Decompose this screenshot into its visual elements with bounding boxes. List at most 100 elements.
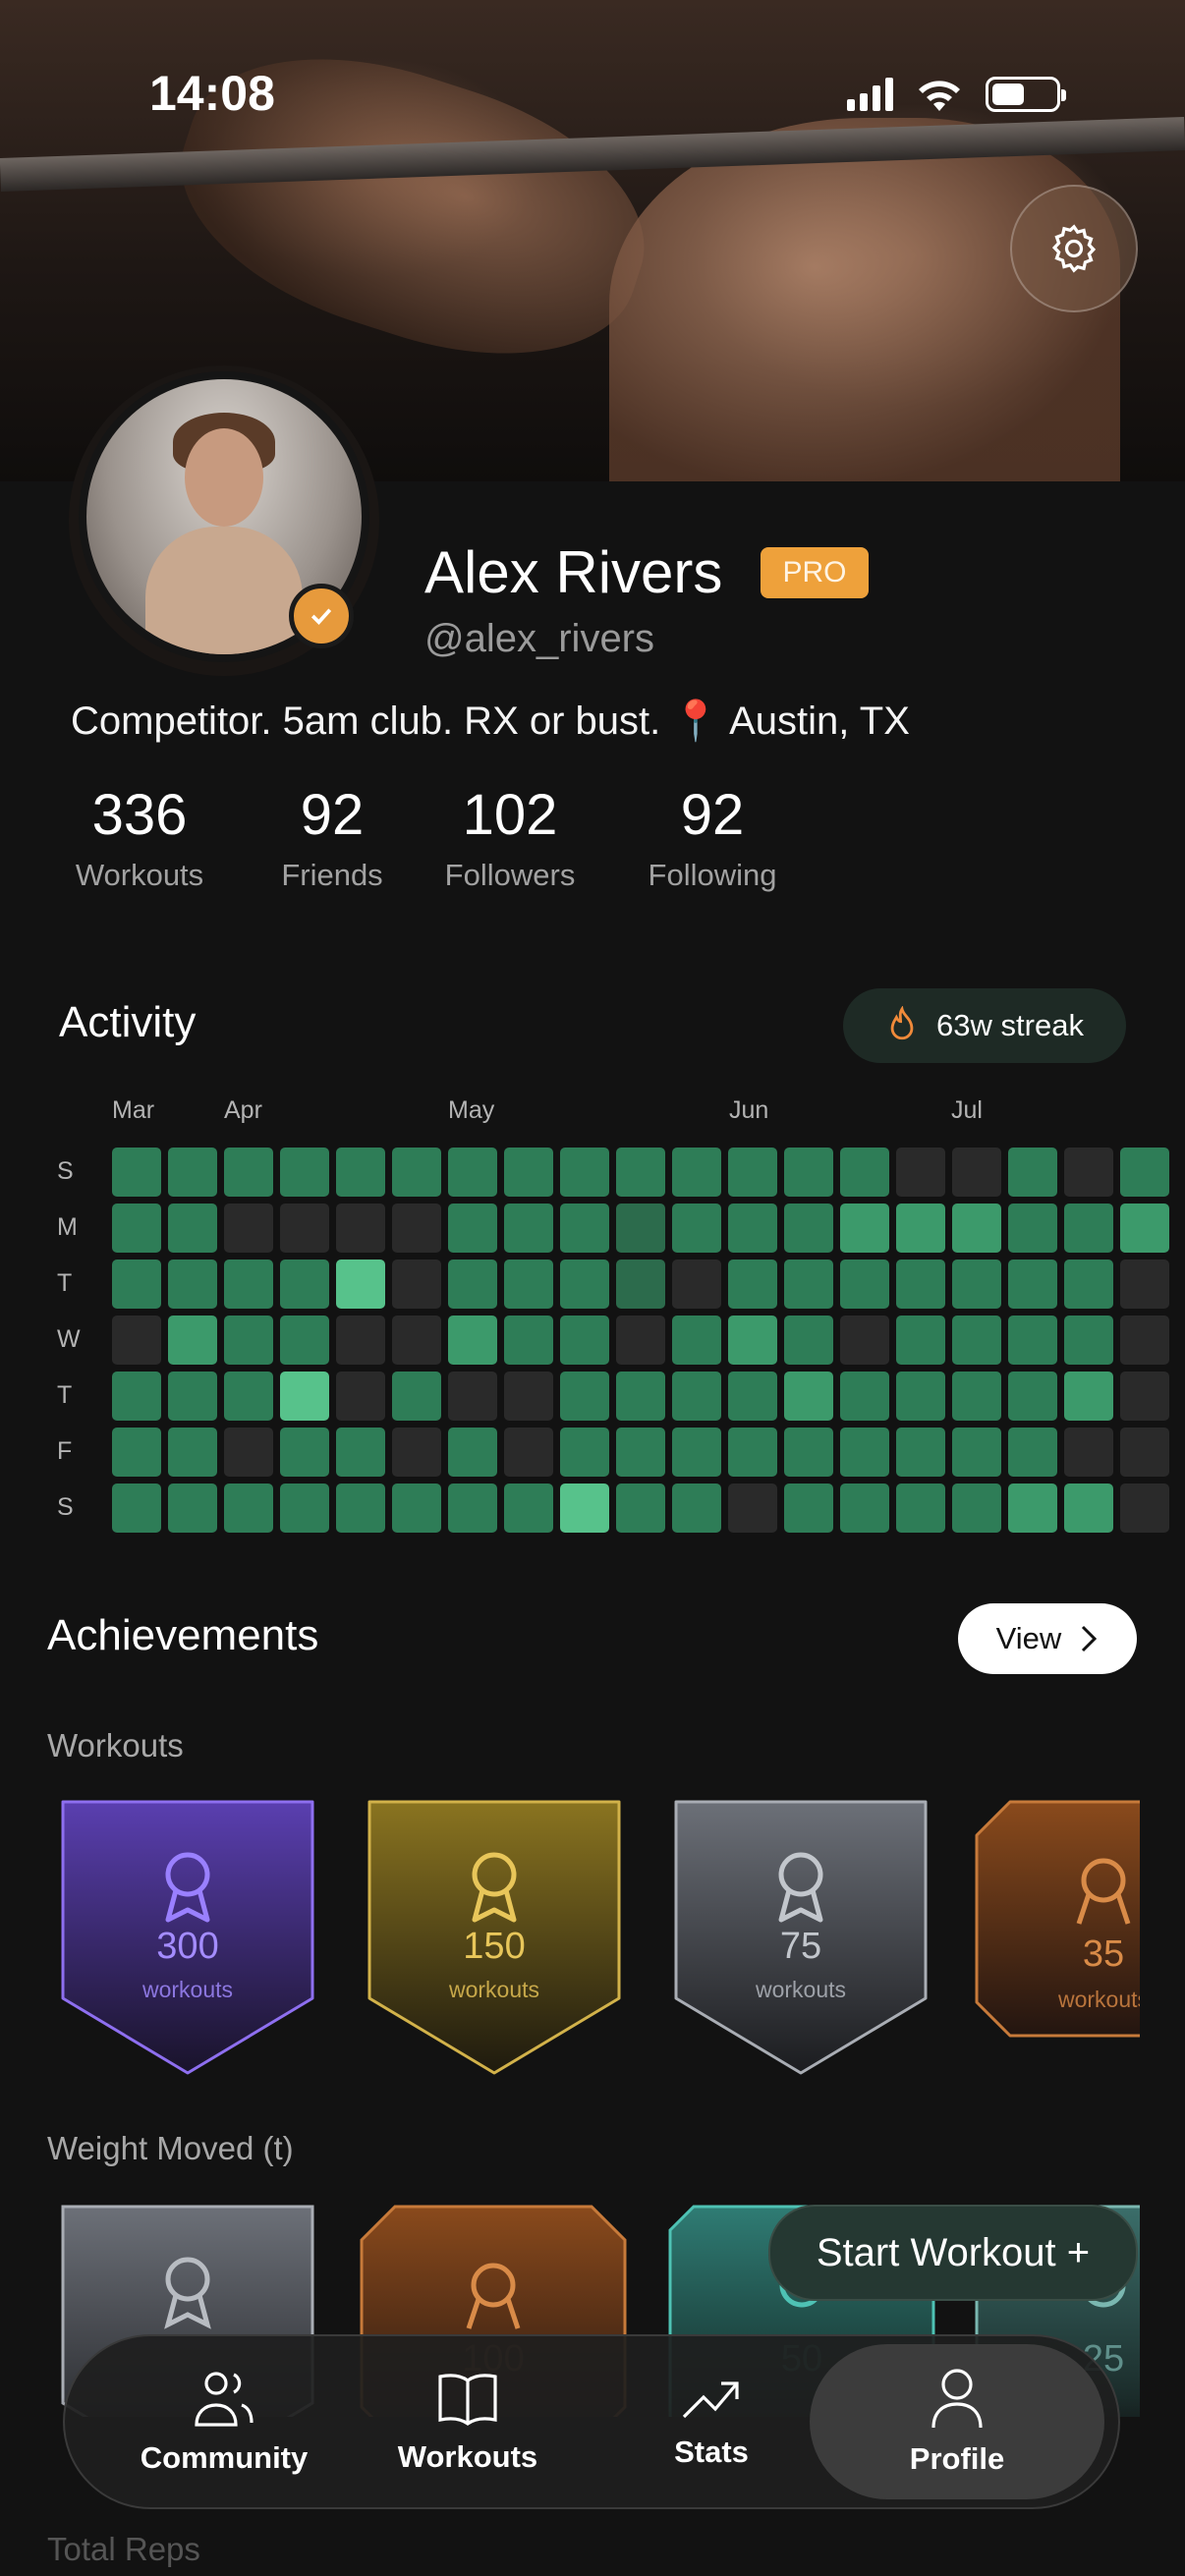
heatmap-cell [1008, 1484, 1057, 1533]
heatmap-cell [168, 1260, 217, 1309]
view-label: View [995, 1621, 1062, 1655]
achievement-badge[interactable]: 75 workouts [668, 1796, 933, 2077]
heatmap-cell [224, 1148, 273, 1197]
heatmap-months: Mar Apr May Jun Jul [0, 1096, 1185, 1136]
heatmap-cell [840, 1148, 889, 1197]
heatmap-cell [448, 1316, 497, 1365]
achievements-title: Achievements [47, 1611, 319, 1659]
heatmap-cell [336, 1204, 385, 1253]
heatmap-cell [112, 1428, 161, 1477]
heatmap-cell [952, 1428, 1001, 1477]
heatmap-cell [112, 1484, 161, 1533]
tab-stats[interactable]: Stats [593, 2344, 829, 2499]
tab-profile[interactable]: Profile [810, 2344, 1104, 2499]
heatmap-cell [784, 1428, 833, 1477]
heatmap-cell [784, 1260, 833, 1309]
heatmap-cell [168, 1148, 217, 1197]
tab-label: Community [140, 2440, 309, 2475]
heatmap-cell [896, 1372, 945, 1421]
cellular-signal-icon [847, 78, 893, 111]
heatmap-cell [840, 1204, 889, 1253]
workouts-badge-row: 300 workouts 150 workouts 75 workouts 35 [0, 1796, 1140, 2081]
settings-button[interactable] [1010, 185, 1138, 312]
badge-value: 35 [1082, 1933, 1125, 1975]
heatmap-cell [784, 1316, 833, 1365]
stat-label: Workouts [75, 858, 204, 892]
heatmap-cell [784, 1148, 833, 1197]
heatmap-cell [896, 1204, 945, 1253]
heatmap-cell [560, 1316, 609, 1365]
heatmap-cell [448, 1372, 497, 1421]
heatmap-cell [504, 1260, 553, 1309]
tab-label: Stats [674, 2435, 749, 2469]
heatmap-cell [1008, 1260, 1057, 1309]
stat-workouts[interactable]: 336 Workouts [71, 782, 208, 893]
heatmap-cell [392, 1260, 441, 1309]
stat-followers[interactable]: 102 Followers [436, 782, 584, 893]
start-workout-button[interactable]: Start Workout + [768, 2205, 1138, 2301]
badge-value: 300 [156, 1926, 219, 1967]
heatmap-cell [896, 1484, 945, 1533]
stat-following[interactable]: 92 Following [639, 782, 786, 893]
heatmap-cell [504, 1204, 553, 1253]
heatmap-cell [728, 1428, 777, 1477]
tab-community[interactable]: Community [106, 2344, 342, 2499]
heatmap-cell [896, 1148, 945, 1197]
heatmap-cell [1120, 1428, 1169, 1477]
heatmap-cell [168, 1316, 217, 1365]
heatmap-cell [952, 1148, 1001, 1197]
achievement-badge[interactable]: 35 workouts [971, 1796, 1140, 2077]
badge-value: 150 [463, 1926, 526, 1967]
stat-label: Followers [444, 858, 576, 892]
profile-bio: Competitor. 5am club. RX or bust. 📍 Aust… [71, 700, 910, 743]
heatmap-cell [280, 1372, 329, 1421]
heatmap-cell [840, 1428, 889, 1477]
heatmap-cell [336, 1428, 385, 1477]
heatmap-cell [336, 1260, 385, 1309]
heatmap-cell [1064, 1316, 1113, 1365]
heatmap-cell [392, 1484, 441, 1533]
heatmap-cell [896, 1316, 945, 1365]
heatmap-cell [504, 1372, 553, 1421]
month-label: Jun [729, 1096, 769, 1124]
stat-value: 336 [91, 783, 188, 847]
streak-badge[interactable]: 63w streak [843, 988, 1126, 1063]
achievement-badge[interactable]: 150 workouts [362, 1796, 627, 2077]
heatmap-cell [1008, 1428, 1057, 1477]
heatmap-cell [1064, 1260, 1113, 1309]
heatmap-cell [1120, 1316, 1169, 1365]
heatmap-cell [896, 1428, 945, 1477]
heatmap-cell [504, 1148, 553, 1197]
heatmap-cell [1064, 1148, 1113, 1197]
heatmap-cell [784, 1372, 833, 1421]
verified-badge-icon [289, 584, 354, 648]
day-label: F [57, 1437, 73, 1465]
heatmap-cell [952, 1316, 1001, 1365]
heatmap-cell [616, 1148, 665, 1197]
achievement-badge[interactable]: 300 workouts [55, 1796, 320, 2077]
stat-friends[interactable]: 92 Friends [263, 782, 401, 893]
heatmap-cell [560, 1204, 609, 1253]
heatmap-cell [392, 1148, 441, 1197]
heatmap-cell [504, 1316, 553, 1365]
book-icon [438, 2374, 497, 2426]
activity-title: Activity [59, 998, 197, 1046]
community-icon [195, 2372, 254, 2427]
heatmap-cell [1120, 1260, 1169, 1309]
tab-workouts[interactable]: Workouts [350, 2344, 586, 2499]
heatmap-cell [560, 1484, 609, 1533]
heatmap-cell [448, 1204, 497, 1253]
stat-value: 92 [680, 783, 745, 847]
heatmap-cell [224, 1316, 273, 1365]
badge-unit: workouts [448, 1977, 540, 2002]
heatmap-cell [280, 1316, 329, 1365]
view-achievements-button[interactable]: View [958, 1603, 1137, 1674]
heatmap-cell [616, 1260, 665, 1309]
heatmap-cell [616, 1316, 665, 1365]
heatmap-cell [168, 1372, 217, 1421]
chevron-right-icon [1082, 1625, 1098, 1652]
heatmap-cell [1064, 1372, 1113, 1421]
heatmap-cell [168, 1428, 217, 1477]
day-label: S [57, 1157, 74, 1185]
flame-icon [890, 1006, 914, 1040]
